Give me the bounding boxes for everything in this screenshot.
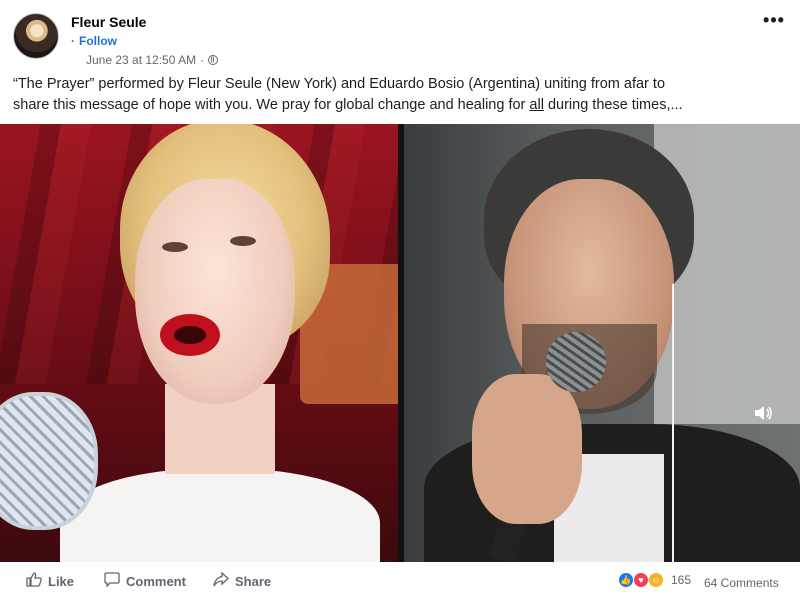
share-icon bbox=[213, 571, 229, 591]
speaker-icon[interactable] bbox=[752, 404, 774, 426]
post-timestamp[interactable]: June 23 at 12:50 AM bbox=[86, 53, 196, 67]
author-avatar[interactable] bbox=[13, 13, 59, 59]
vintage-microphone bbox=[0, 392, 98, 530]
follow-row: · Follow bbox=[71, 34, 117, 48]
caption-line-1: “The Prayer” performed by Fleur Seule (N… bbox=[13, 76, 666, 92]
post-meta: June 23 at 12:50 AM · bbox=[86, 53, 219, 67]
care-reaction-icon: ☺ bbox=[648, 572, 664, 588]
singer-left-dress bbox=[60, 469, 380, 562]
follow-separator: · bbox=[71, 34, 75, 48]
follow-button[interactable]: Follow bbox=[79, 34, 117, 48]
caption-text-end[interactable]: during these times,... bbox=[544, 97, 683, 113]
timestamp-separator: · bbox=[200, 53, 205, 67]
author-name[interactable]: Fleur Seule bbox=[71, 14, 146, 30]
video-panel-left bbox=[0, 124, 398, 562]
reactions-count: 165 bbox=[671, 573, 692, 587]
singer-left-eye bbox=[230, 236, 256, 246]
comment-label: Comment bbox=[126, 574, 186, 589]
speaker-icon-graphic bbox=[755, 406, 772, 420]
like-label: Like bbox=[48, 574, 75, 589]
globe-icon[interactable] bbox=[208, 55, 219, 65]
reactions-summary[interactable]: 👍 ♥ ☺ 165 bbox=[618, 572, 691, 588]
video-panel-right bbox=[404, 124, 800, 562]
comment-icon bbox=[104, 572, 120, 591]
like-button[interactable]: Like bbox=[26, 572, 74, 591]
microphone-head bbox=[546, 332, 606, 392]
love-reaction-icon: ♥ bbox=[633, 572, 649, 588]
singer-left-face bbox=[135, 179, 295, 404]
singer-left-eye bbox=[162, 242, 188, 252]
post-caption: “The Prayer” performed by Fleur Seule (N… bbox=[13, 74, 788, 116]
video-player[interactable] bbox=[0, 124, 800, 562]
share-label: Share bbox=[235, 574, 272, 589]
more-options-button[interactable]: ••• bbox=[760, 10, 788, 38]
comments-count[interactable]: 64 Comments bbox=[704, 576, 779, 590]
caption-line-2: share this message of hope with you. We … bbox=[13, 95, 788, 116]
singer-left-mouth bbox=[160, 314, 220, 356]
like-reaction-icon: 👍 bbox=[618, 572, 634, 588]
singer-right-hand bbox=[472, 374, 582, 524]
post-actions-bar: Like Comment Share 👍 ♥ ☺ 165 64 Comments bbox=[0, 568, 800, 595]
share-button[interactable]: Share bbox=[213, 571, 272, 591]
post-header: Fleur Seule · Follow June 23 at 12:50 AM … bbox=[0, 0, 800, 70]
caption-underlined-word: all bbox=[529, 97, 544, 113]
comment-button[interactable]: Comment bbox=[104, 572, 186, 591]
caption-text: share this message of hope with you. We … bbox=[13, 97, 530, 113]
earphone-cable bbox=[672, 284, 674, 562]
thumbs-up-icon bbox=[26, 572, 42, 591]
